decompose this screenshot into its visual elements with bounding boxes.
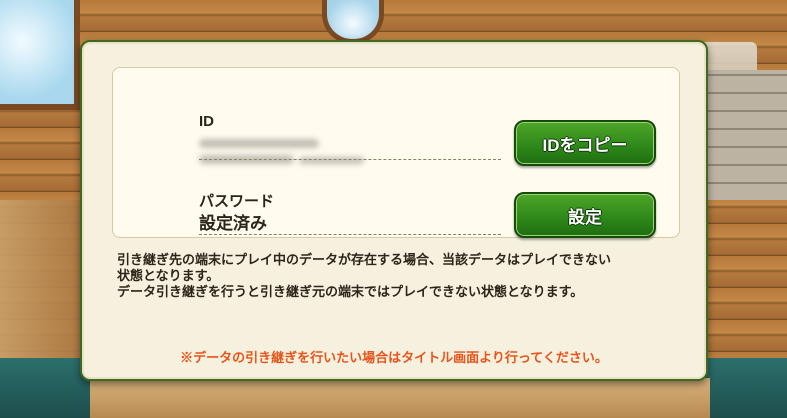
data-transfer-dialog: ID パスワード 設定済み IDをコピー 設定 引き継ぎ先の端末にプレイ中のデー…: [80, 40, 708, 381]
set-password-button-label: 設定: [568, 207, 602, 227]
background-window: [0, 0, 80, 110]
copy-id-button-label: IDをコピー: [542, 135, 628, 155]
password-status: 設定済み: [199, 214, 267, 233]
notice-line: 状態となります。: [117, 268, 220, 283]
id-underline: [199, 159, 501, 160]
account-info-panel: ID パスワード 設定済み IDをコピー 設定: [112, 67, 680, 238]
transfer-notice: 引き継ぎ先の端末にプレイ中のデータが存在する場合、当該データはプレイできない 状…: [117, 252, 687, 300]
password-label: パスワード: [199, 193, 275, 210]
background-round-window: [322, 0, 384, 44]
id-value-blurred: [199, 135, 379, 171]
password-underline: [199, 234, 501, 235]
id-label: ID: [199, 113, 214, 130]
notice-line: 引き継ぎ先の端末にプレイ中のデータが存在する場合、当該データはプレイできない: [117, 252, 612, 267]
set-password-button[interactable]: 設定: [514, 192, 656, 238]
background-fireplace: [697, 70, 787, 200]
title-screen-warning: ※データの引き継ぎを行いたい場合はタイトル画面より行ってください。: [180, 350, 608, 365]
notice-line: データ引き継ぎを行うと引き継ぎ元の端末ではプレイできない状態となります。: [117, 284, 584, 299]
copy-id-button[interactable]: IDをコピー: [514, 120, 656, 166]
background-table: [90, 378, 710, 418]
